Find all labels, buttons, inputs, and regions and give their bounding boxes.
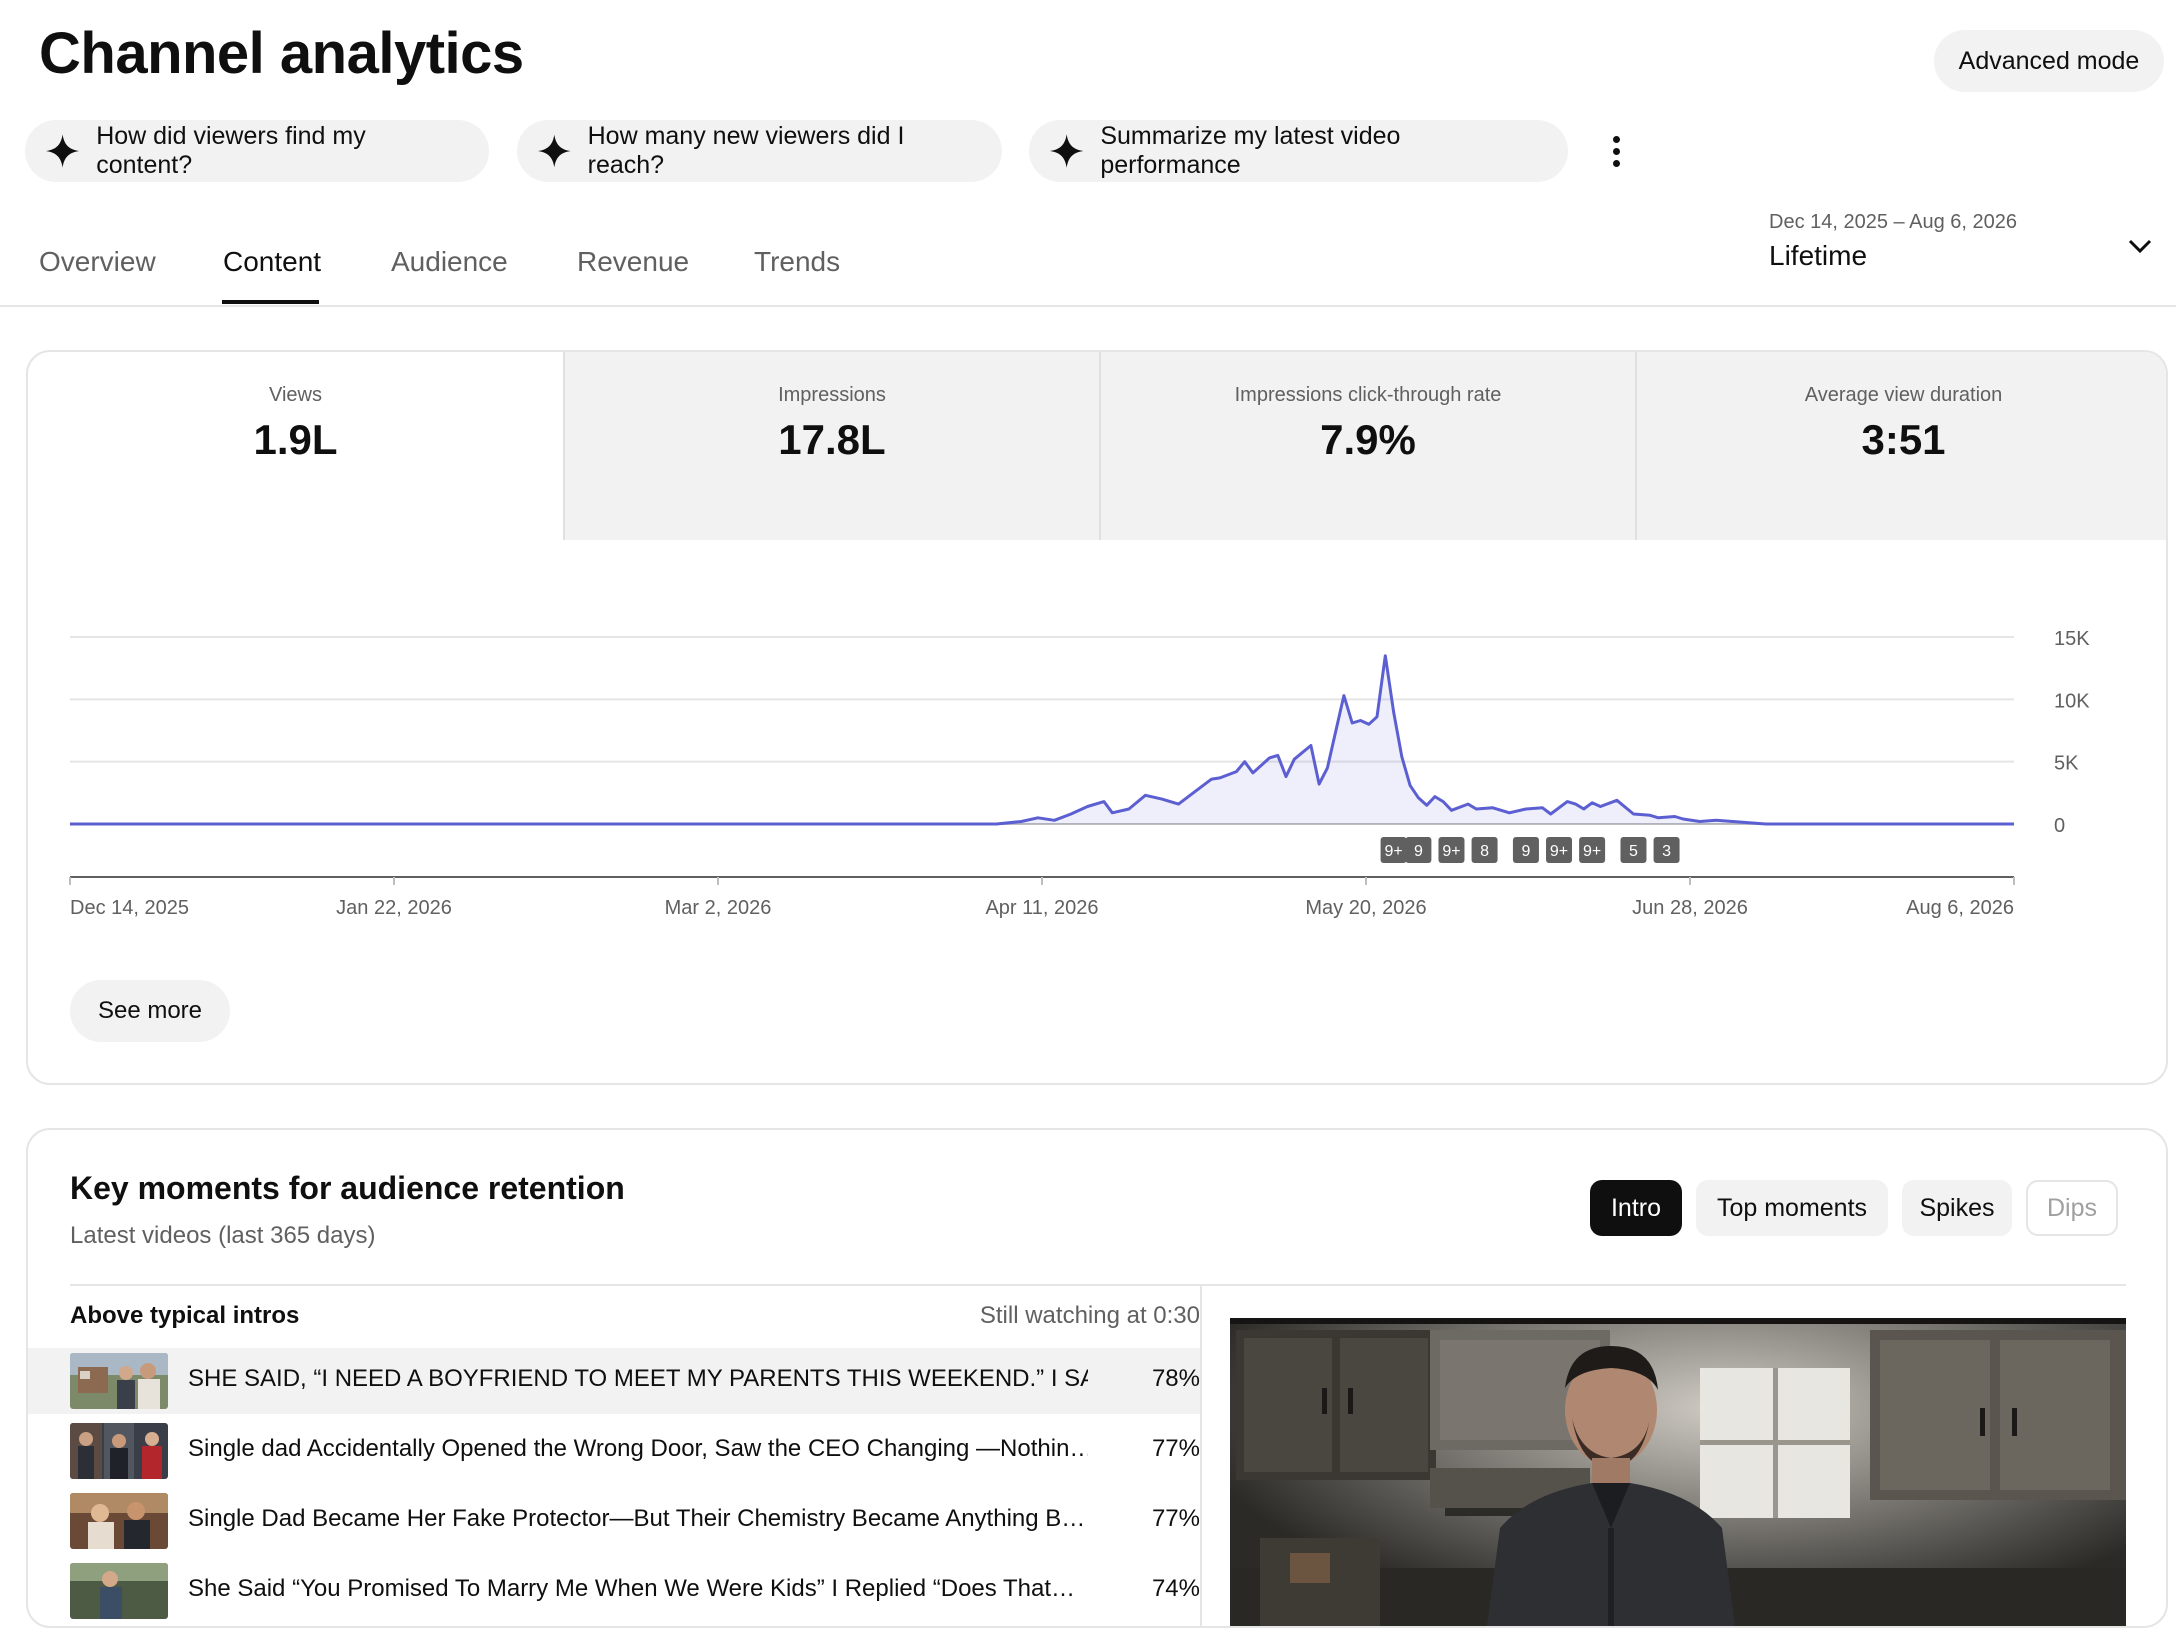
video-retention: 74% bbox=[1151, 1575, 1200, 1602]
chevron-down-icon[interactable] bbox=[2126, 232, 2154, 260]
video-retention: 77% bbox=[1151, 1505, 1200, 1532]
x-tick-label: Jan 22, 2026 bbox=[336, 897, 452, 919]
video-row[interactable]: She Said “You Promised To Marry Me When … bbox=[28, 1558, 1200, 1624]
video-thumbnail bbox=[70, 1353, 168, 1409]
video-title: She Said “You Promised To Marry Me When … bbox=[188, 1575, 1076, 1602]
suggestion-chip-label: How many new viewers did I reach? bbox=[587, 122, 905, 179]
video-row[interactable]: Single dad Accidentally Opened the Wrong… bbox=[28, 1418, 1200, 1484]
list-header: Above typical intros bbox=[70, 1302, 300, 1329]
y-tick-label: 0 bbox=[2054, 815, 2065, 837]
upload-marker-label: 9+ bbox=[1583, 843, 1601, 860]
video-row[interactable]: Single Dad Became Her Fake Protector—But… bbox=[28, 1488, 1200, 1554]
divider bbox=[1200, 1286, 1202, 1626]
y-tick-label: 15K bbox=[2054, 628, 2090, 650]
suggestion-chip-find-content[interactable]: How did viewers find my content? bbox=[25, 120, 489, 182]
key-moments-title: Key moments for audience retention bbox=[70, 1170, 625, 1206]
tab-trends[interactable]: Trends bbox=[754, 246, 840, 278]
upload-marker-label: 9+ bbox=[1442, 843, 1460, 860]
upload-marker-label: 8 bbox=[1480, 843, 1489, 860]
suggestion-chip-label: How did viewers find my content? bbox=[96, 122, 366, 179]
divider bbox=[70, 1284, 2126, 1286]
y-tick-label: 10K bbox=[2054, 690, 2090, 712]
suggestion-chip-new-viewers[interactable]: How many new viewers did I reach? bbox=[517, 120, 1002, 182]
video-thumbnail bbox=[70, 1423, 168, 1479]
advanced-mode-button[interactable]: Advanced mode bbox=[1934, 30, 2164, 92]
tab-revenue[interactable]: Revenue bbox=[577, 246, 689, 278]
list-header-metric: Still watching at 0:30 bbox=[979, 1302, 1200, 1329]
key-moments-card: Key moments for audience retention Lates… bbox=[26, 1128, 2168, 1628]
upload-marker-label: 9+ bbox=[1550, 843, 1568, 860]
filter-top-moments[interactable]: Top moments bbox=[1696, 1180, 1888, 1236]
tabs-divider bbox=[0, 305, 2176, 307]
suggestion-chip-label: Summarize my latest video performance bbox=[1100, 122, 1401, 179]
metrics-card: Views 1.9L Impressions 17.8L Impressions… bbox=[26, 350, 2168, 1085]
y-tick-label: 5K bbox=[2054, 753, 2079, 775]
upload-marker-label: 9 bbox=[1521, 843, 1530, 860]
filter-dips: Dips bbox=[2026, 1180, 2118, 1236]
filter-intro[interactable]: Intro bbox=[1590, 1180, 1682, 1236]
date-range-text[interactable]: Dec 14, 2025 – Aug 6, 2026 bbox=[1769, 211, 2017, 234]
video-thumbnail bbox=[70, 1493, 168, 1549]
active-tab-indicator bbox=[222, 300, 319, 304]
video-preview[interactable] bbox=[1230, 1318, 2126, 1626]
video-title: SHE SAID, “I NEED A BOYFRIEND TO MEET MY… bbox=[188, 1365, 1088, 1392]
x-tick-label: Jun 28, 2026 bbox=[1632, 897, 1748, 919]
see-more-button[interactable]: See more bbox=[70, 980, 230, 1042]
upload-marker-label: 5 bbox=[1629, 843, 1638, 860]
upload-marker-label: 9+ bbox=[1384, 843, 1402, 860]
views-chart: 15K 10K 5K 0 Dec 14, 2025 Jan 22, 2026 Mar 2, … bbox=[69, 628, 2090, 919]
key-moments-subtitle: Latest videos (last 365 days) bbox=[70, 1222, 376, 1249]
x-tick-label: Apr 11, 2026 bbox=[985, 897, 1098, 919]
page-title: Channel analytics bbox=[39, 21, 524, 86]
x-tick-label: Aug 6, 2026 bbox=[1906, 897, 2014, 919]
views-line bbox=[70, 654, 2014, 826]
views-area bbox=[70, 655, 2014, 824]
upload-marker-label: 9 bbox=[1414, 843, 1423, 860]
video-thumbnail bbox=[70, 1563, 168, 1619]
video-retention: 78% bbox=[1151, 1365, 1200, 1392]
x-tick-label: Dec 14, 2025 bbox=[70, 897, 189, 919]
x-tick-label: May 20, 2026 bbox=[1305, 897, 1426, 919]
upload-marker-label: 3 bbox=[1662, 843, 1671, 860]
tab-overview[interactable]: Overview bbox=[39, 246, 156, 278]
more-options-icon[interactable] bbox=[1598, 128, 1634, 174]
video-row[interactable]: SHE SAID, “I NEED A BOYFRIEND TO MEET MY… bbox=[28, 1348, 1200, 1414]
video-title: Single dad Accidentally Opened the Wrong… bbox=[188, 1435, 1088, 1462]
sparkle-icon bbox=[537, 134, 571, 168]
tab-audience[interactable]: Audience bbox=[391, 246, 508, 278]
sparkle-icon bbox=[1049, 134, 1084, 168]
tab-content[interactable]: Content bbox=[223, 246, 321, 278]
filter-spikes[interactable]: Spikes bbox=[1902, 1180, 2012, 1236]
video-title: Single Dad Became Her Fake Protector—But… bbox=[188, 1505, 1086, 1532]
sparkle-icon bbox=[45, 134, 80, 168]
date-period-select[interactable]: Lifetime bbox=[1769, 240, 1867, 272]
video-retention: 77% bbox=[1151, 1435, 1200, 1462]
suggestion-chip-summarize[interactable]: Summarize my latest video performance bbox=[1029, 120, 1568, 182]
x-tick-label: Mar 2, 2026 bbox=[665, 897, 772, 919]
